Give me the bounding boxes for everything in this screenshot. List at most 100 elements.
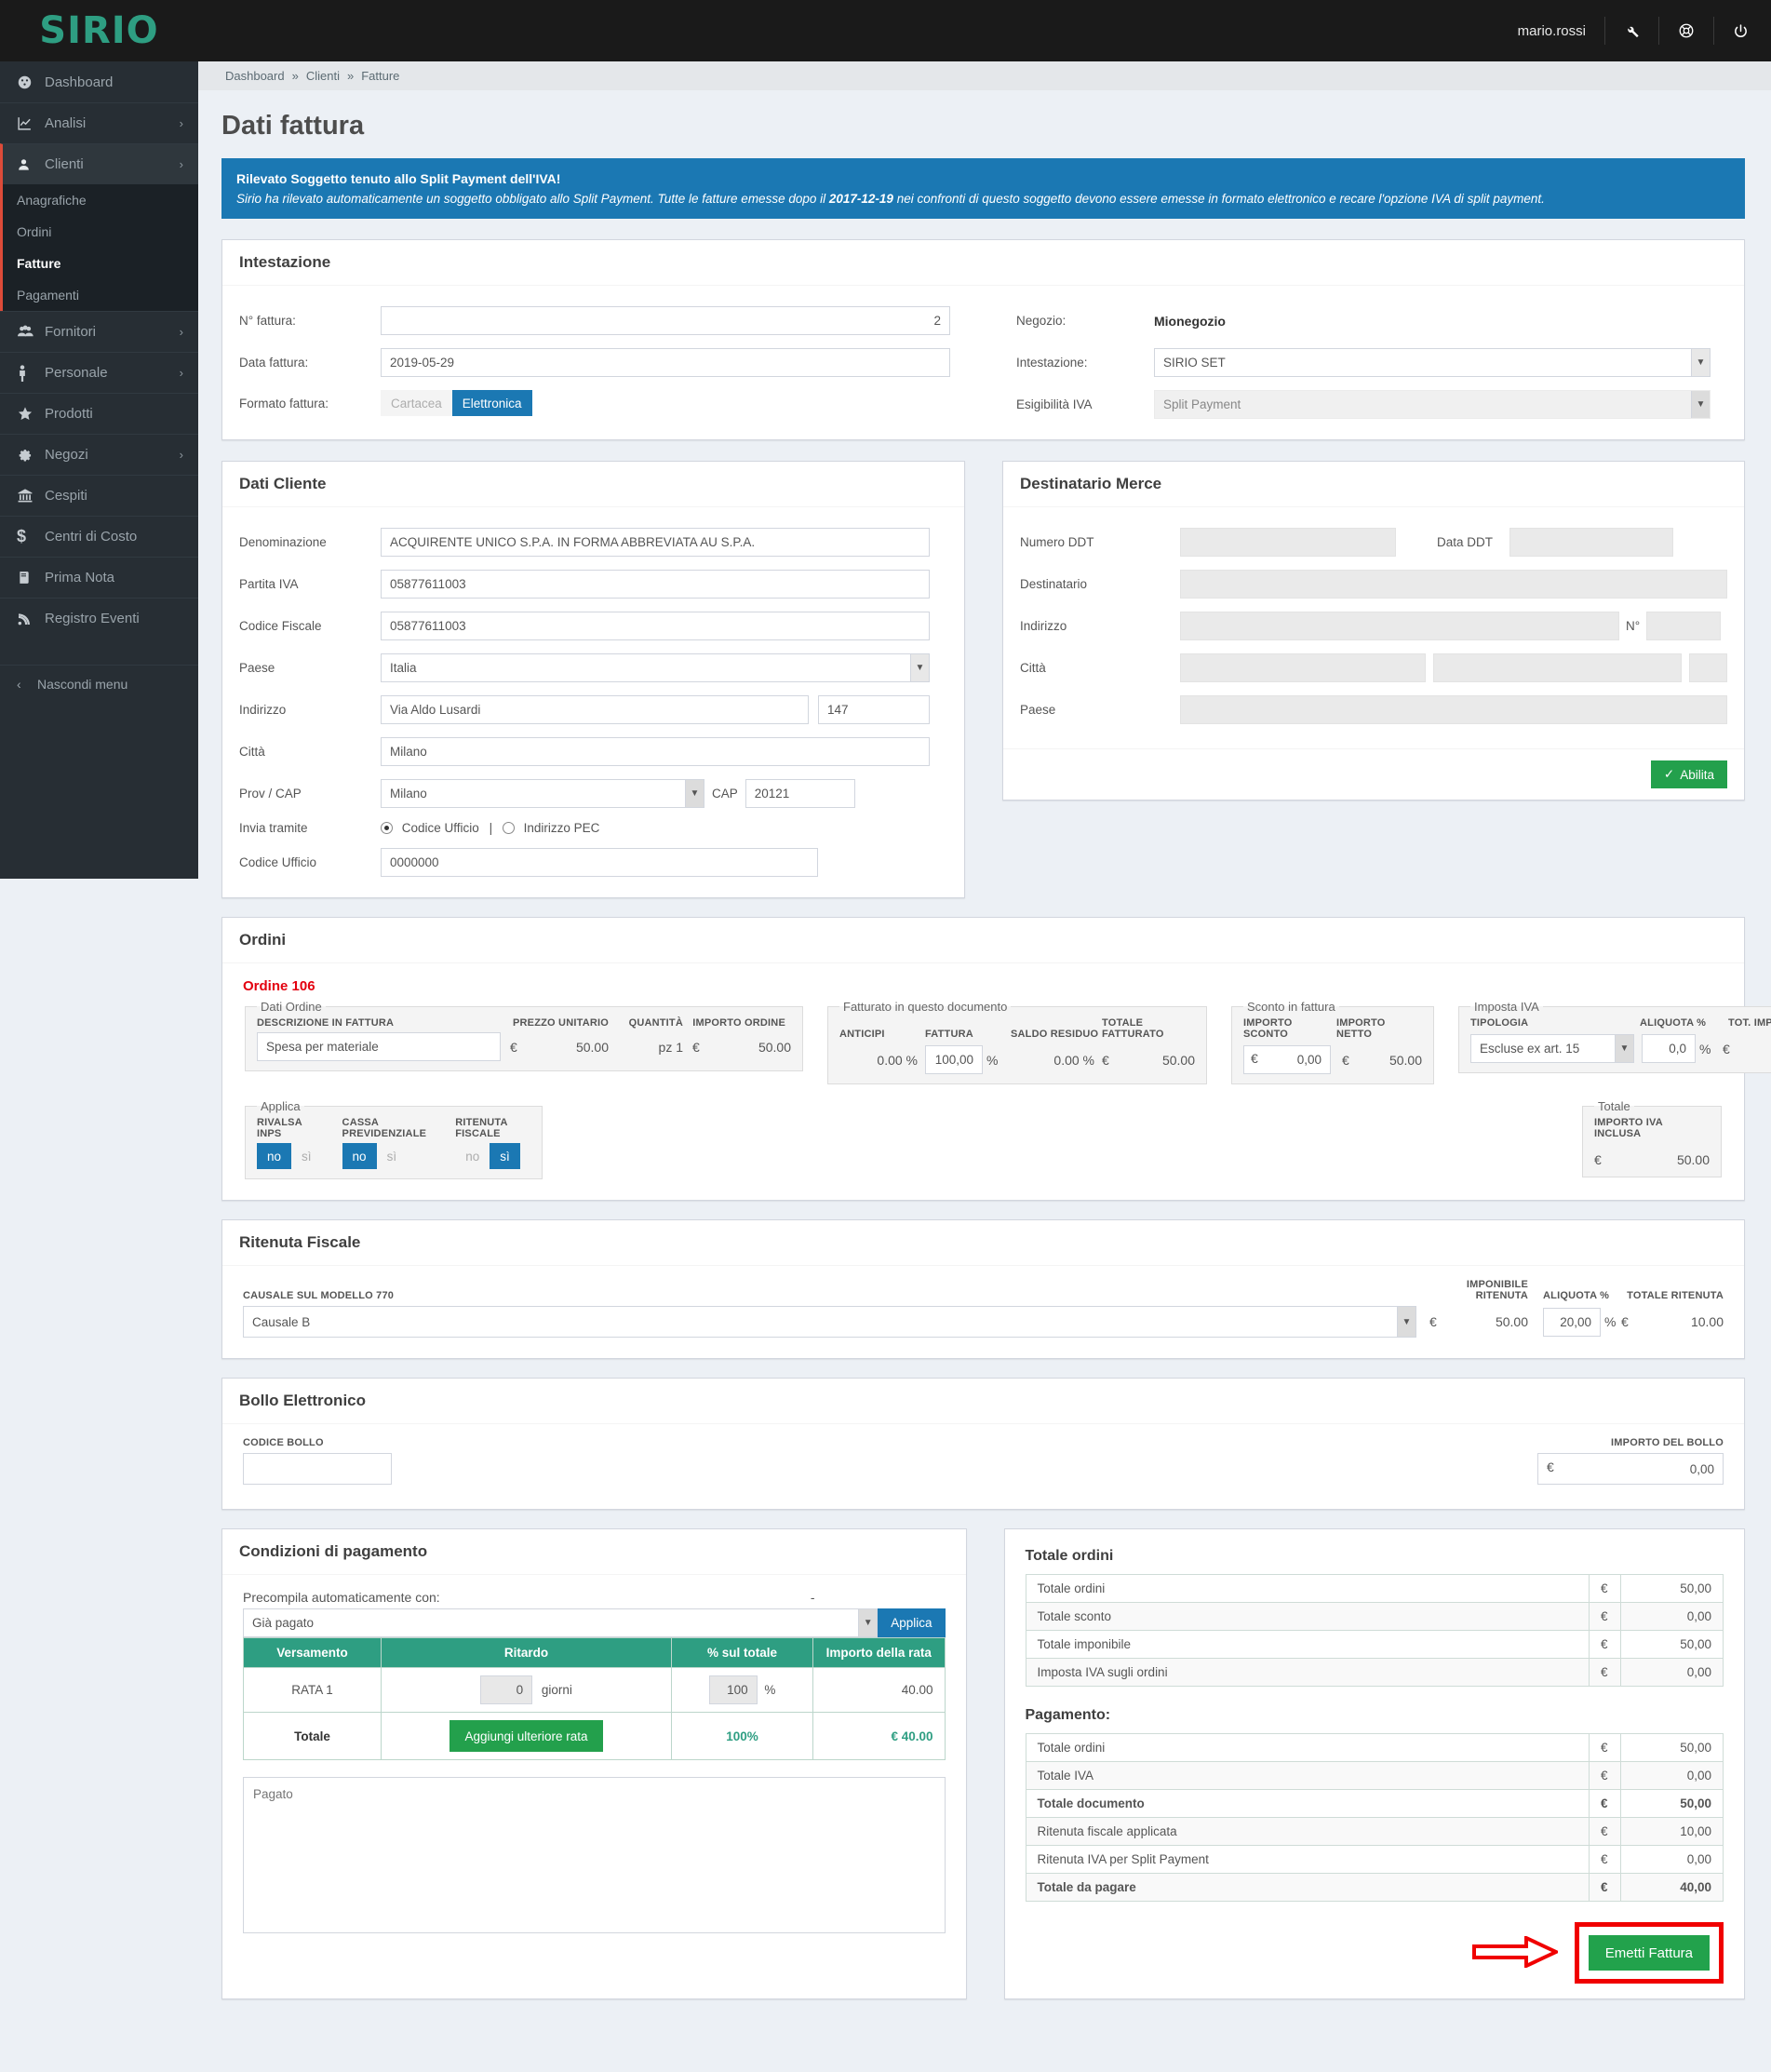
applica-precompila-button[interactable]: Applica [878, 1608, 946, 1637]
abilita-button[interactable]: ✓ Abilita [1650, 760, 1727, 788]
sidebar-item-cespiti[interactable]: Cespiti [0, 475, 198, 516]
esigibilita-select-wrapper: Split Payment ▼ [1154, 390, 1711, 419]
ritenuta-si-button[interactable]: sì [490, 1143, 520, 1169]
sidebar-item-clienti[interactable]: Clienti › [0, 143, 198, 184]
radio-codice-ufficio-label[interactable]: Codice Ufficio [402, 821, 479, 835]
radio-codice-ufficio[interactable] [381, 822, 393, 834]
rata-label: RATA 1 [243, 1667, 382, 1713]
sidebar-subitem-label: Pagamenti [17, 288, 79, 303]
tipologia-iva-select[interactable]: Escluse ex art. 15 [1470, 1034, 1634, 1063]
col-importo-label: IMPORTO ORDINE [692, 1017, 785, 1029]
destinatario-row: Destinatario [1020, 570, 1727, 599]
emetti-fattura-button[interactable]: Emetti Fattura [1588, 1935, 1710, 1971]
totale-rate-importo: € 40.00 [812, 1712, 946, 1760]
sidebar-subitem-label: Ordini [17, 224, 52, 239]
dest-paese-input [1180, 695, 1727, 724]
sidebar-item-pagamenti[interactable]: Pagamenti [3, 279, 198, 311]
citta-input[interactable] [381, 737, 930, 766]
importo-bollo-group: € [1537, 1453, 1724, 1485]
dest-indirizzo-row: Indirizzo N° [1020, 612, 1727, 640]
cassa-si-button[interactable]: sì [376, 1143, 408, 1169]
perc-totale-input[interactable] [708, 1675, 758, 1704]
formato-cartacea-button[interactable]: Cartacea [381, 390, 452, 416]
civico-input[interactable] [818, 695, 930, 724]
codice-ufficio-input[interactable] [381, 848, 818, 877]
ritenuta-no-button[interactable]: no [455, 1143, 490, 1169]
breadcrumb-dashboard[interactable]: Dashboard [225, 69, 285, 83]
sidebar-item-dashboard[interactable]: Dashboard [0, 61, 198, 102]
sidebar-item-negozi[interactable]: Negozi › [0, 434, 198, 475]
ritardo-input[interactable] [480, 1675, 533, 1704]
radio-indirizzo-pec-label[interactable]: Indirizzo PEC [524, 821, 600, 835]
num-fattura-input[interactable] [381, 306, 950, 335]
paese-select[interactable]: Italia [381, 653, 930, 682]
sidebar-item-ordini[interactable]: Ordini [3, 216, 198, 248]
intestazione-select[interactable]: SIRIO SET [1154, 348, 1711, 377]
descrizione-fattura-input[interactable] [257, 1032, 501, 1061]
netto-amount: 50.00 [1389, 1052, 1422, 1068]
breadcrumb-fatture[interactable]: Fatture [361, 69, 399, 83]
importo-bollo-input[interactable] [1537, 1453, 1724, 1485]
col-saldo-label: SALDO RESIDUO [1011, 1029, 1099, 1040]
pagato-notes-textarea[interactable] [243, 1777, 946, 1933]
prov-cap-label: Prov / CAP [239, 787, 302, 801]
netto-currency: € [1342, 1052, 1349, 1068]
col-tipologia-label: TIPOLOGIA [1470, 1017, 1529, 1029]
imposta-iva-fieldset: Imposta IVA TIPOLOGIA ALIQUOTA % TOT. IM… [1458, 1000, 1771, 1073]
causale-770-select[interactable]: Causale B [243, 1306, 1416, 1338]
breadcrumb-clienti[interactable]: Clienti [306, 69, 340, 83]
cap-input[interactable] [745, 779, 855, 808]
username-label[interactable]: mario.rossi [1499, 17, 1605, 45]
fattura-perc-input[interactable] [925, 1045, 983, 1074]
breadcrumb-sep: » [346, 69, 355, 83]
destinatario-input [1180, 570, 1727, 599]
chart-line-icon [17, 115, 45, 131]
sidebar-item-centri-di-costo[interactable]: $ Centri di Costo [0, 516, 198, 557]
imponibile-currency: € [1429, 1314, 1437, 1329]
rss-icon [17, 612, 45, 626]
row-label: Totale imponibile [1025, 1630, 1590, 1659]
star-icon [17, 406, 45, 422]
condizioni-totali-row: Condizioni di pagamento Precompila autom… [221, 1528, 1745, 1999]
app-logo[interactable]: SIRIO [0, 0, 198, 61]
sidebar-item-personale[interactable]: Personale › [0, 352, 198, 393]
col-versamento: Versamento [243, 1637, 382, 1668]
precompila-row: Precompila automaticamente con: - [243, 1590, 946, 1605]
row-currency: € [1589, 1602, 1621, 1631]
indirizzo-input[interactable] [381, 695, 809, 724]
rivalsa-no-button[interactable]: no [257, 1143, 292, 1169]
sidebar-item-fatture[interactable]: Fatture [3, 248, 198, 279]
intestazione-select-label: Intestazione: [1016, 356, 1088, 370]
sidebar-item-anagrafiche[interactable]: Anagrafiche [3, 184, 198, 216]
data-fattura-input[interactable] [381, 348, 950, 377]
wrench-icon[interactable] [1605, 17, 1659, 45]
ritenuta-values: Causale B ▼ € 50.00 % € 10.00 [243, 1306, 1724, 1338]
aliquota-ritenuta-input[interactable] [1543, 1307, 1601, 1337]
sidebar-item-analisi[interactable]: Analisi › [0, 102, 198, 143]
row-currency: € [1589, 1733, 1621, 1762]
lifebuoy-icon[interactable] [1659, 17, 1714, 45]
totale-rate-label: Totale [243, 1712, 382, 1760]
power-icon[interactable] [1714, 17, 1754, 45]
row-amount: 50,00 [1620, 1733, 1724, 1762]
formato-elettronica-button[interactable]: Elettronica [451, 390, 532, 416]
prov-select[interactable]: Milano [381, 779, 704, 808]
sidebar-item-prodotti[interactable]: Prodotti [0, 393, 198, 434]
row-currency: € [1589, 1761, 1621, 1790]
col-descrizione-label: DESCRIZIONE IN FATTURA [257, 1017, 395, 1029]
cf-input[interactable] [381, 612, 930, 640]
sidebar-item-prima-nota[interactable]: Prima Nota [0, 557, 198, 598]
codice-bollo-input[interactable] [243, 1453, 392, 1485]
aliquota-iva-input[interactable] [1642, 1034, 1696, 1063]
piva-input[interactable] [381, 570, 930, 599]
sidebar-item-fornitori[interactable]: Fornitori › [0, 311, 198, 352]
cassa-no-button[interactable]: no [342, 1143, 377, 1169]
sidebar-item-registro-eventi[interactable]: Registro Eventi [0, 598, 198, 639]
precompila-select[interactable]: Già pagato [243, 1608, 879, 1637]
hide-menu-button[interactable]: ‹ Nascondi menu [0, 665, 198, 702]
radio-indirizzo-pec[interactable] [502, 822, 515, 834]
denominazione-input[interactable] [381, 528, 930, 557]
aggiungi-rata-button[interactable]: Aggiungi ulteriore rata [449, 1720, 603, 1752]
rivalsa-si-button[interactable]: sì [291, 1143, 322, 1169]
row-currency: € [1589, 1574, 1621, 1603]
